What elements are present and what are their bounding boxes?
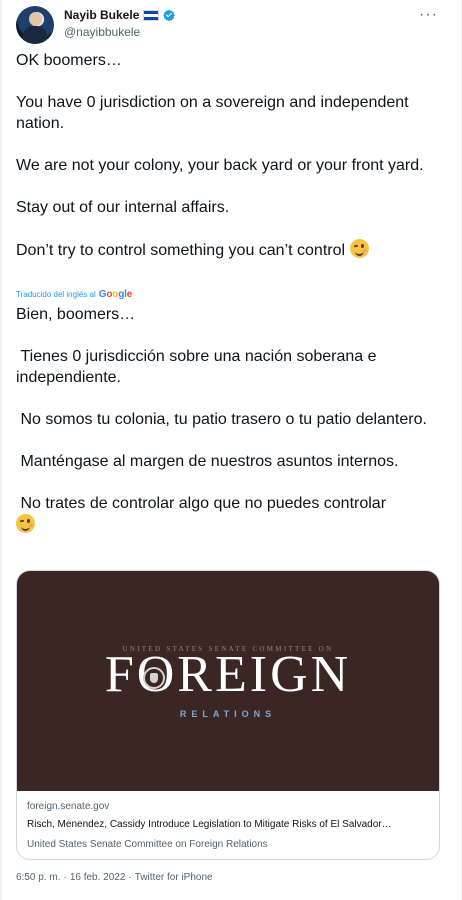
tweet-paragraph: We are not your colony, your back yard o… bbox=[16, 157, 424, 174]
card-title: Risch, Menendez, Cassidy Introduce Legis… bbox=[27, 819, 392, 830]
google-logo: Google bbox=[98, 289, 133, 300]
avatar-face bbox=[29, 12, 42, 26]
more-options-icon[interactable]: ··· bbox=[419, 6, 438, 24]
card-image-title: FOREIGN bbox=[104, 646, 352, 703]
tweet-source[interactable]: Twitter for iPhone bbox=[135, 872, 213, 883]
tweet-date[interactable]: 16 feb. 2022 bbox=[70, 872, 126, 883]
author-handle[interactable]: @nayibbukele bbox=[64, 25, 140, 39]
tweet-paragraph: You have 0 jurisdiction on a sovereign a… bbox=[16, 94, 414, 132]
tweet-text: OK boomers… You have 0 jurisdiction on a… bbox=[16, 50, 446, 261]
winking-face-emoji-icon bbox=[349, 239, 369, 258]
tweet-time[interactable]: 6:50 p. m. bbox=[16, 872, 60, 883]
translated-text: Bien, boomers… Tienes 0 jurisdicción sob… bbox=[16, 304, 446, 536]
tweet-header: Nayib Bukele @nayibbukele ··· bbox=[16, 6, 446, 46]
translation-attribution-text: Traducido del inglés al bbox=[16, 290, 96, 299]
left-border bbox=[0, 0, 2, 900]
card-description: United States Senate Committee on Foreig… bbox=[27, 839, 268, 850]
translation-paragraph: Bien, boomers… bbox=[16, 306, 136, 323]
tweet-paragraph-last: Don’t try to control something you can’t… bbox=[16, 239, 446, 261]
avatar-suit bbox=[23, 26, 47, 44]
translation-paragraph-last: No trates de controlar algo que no puede… bbox=[16, 493, 446, 536]
tweet-paragraph: OK boomers… bbox=[16, 52, 122, 69]
translation-paragraph: No somos tu colonia, tu patio trasero o … bbox=[16, 411, 427, 428]
link-preview-card[interactable]: UNITED STATES SENATE COMMITTEE ON FOREIG… bbox=[16, 570, 440, 860]
author-name-row[interactable]: Nayib Bukele bbox=[64, 8, 176, 22]
translation-paragraph: Manténgase al margen de nuestros asuntos… bbox=[16, 453, 399, 470]
translation-paragraph: Tienes 0 jurisdicción sobre una nación s… bbox=[16, 348, 381, 386]
separator: · bbox=[128, 872, 132, 883]
card-image-subtitle: RELATIONS bbox=[179, 709, 277, 719]
separator: · bbox=[63, 872, 67, 883]
card-domain: foreign.senate.gov bbox=[27, 801, 110, 812]
winking-face-emoji-icon bbox=[16, 514, 35, 533]
el-salvador-flag-icon bbox=[143, 9, 160, 21]
tweet-paragraph-text: Don’t try to control something you can’t… bbox=[16, 242, 346, 259]
tweet-metadata: 6:50 p. m. · 16 feb. 2022 · Twitter for iPho… bbox=[16, 872, 213, 883]
card-image[interactable]: UNITED STATES SENATE COMMITTEE ON FOREIG… bbox=[17, 571, 439, 791]
author-name[interactable]: Nayib Bukele bbox=[64, 8, 139, 22]
translation-paragraph-text: No trates de controlar algo que no puede… bbox=[16, 495, 387, 512]
card-body[interactable]: foreign.senate.gov Risch, Menendez, Cass… bbox=[27, 801, 429, 850]
verified-badge-icon bbox=[163, 9, 176, 21]
translation-attribution[interactable]: Traducido del inglés al Google bbox=[16, 289, 132, 300]
tweet-paragraph: Stay out of our internal affairs. bbox=[16, 199, 230, 216]
avatar[interactable] bbox=[16, 6, 54, 44]
senate-seal-icon bbox=[143, 667, 165, 689]
